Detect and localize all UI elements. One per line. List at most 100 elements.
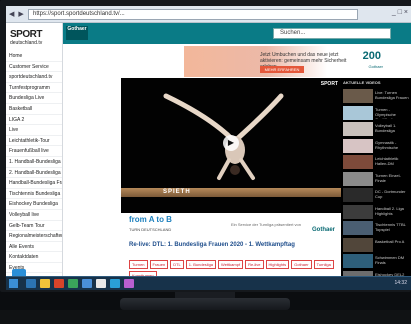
video-thumbnail[interactable]: [343, 237, 373, 252]
taskbar-app-icon[interactable]: [110, 279, 120, 288]
related-video-item[interactable]: Live: Turnen Bundesliga Frauen: [341, 88, 411, 105]
taskbar-app-icon[interactable]: [96, 279, 106, 288]
video-thumbnail[interactable]: [343, 171, 373, 186]
sidebar-item[interactable]: sportdeutschland.tv: [6, 72, 62, 83]
video-thumbnail[interactable]: [343, 105, 373, 120]
taskbar-app-icon[interactable]: [26, 279, 36, 288]
sponsor-logo[interactable]: Gothaer: [66, 26, 88, 40]
browser-toolbar: ◀ ▶ https://sport.sportdeutschland.tv/..…: [6, 6, 411, 23]
related-video-title[interactable]: Turnen Einzel-Finale: [375, 173, 409, 185]
related-video-title[interactable]: Handball 2. Liga Highlights: [375, 206, 409, 218]
related-video-title[interactable]: Basketball Pro A: [375, 239, 409, 251]
related-video-item[interactable]: Tischtennis TTBL Topspiel: [341, 220, 411, 237]
sidebar-item[interactable]: Eishockey Bundesliga: [6, 199, 62, 210]
tag-chip[interactable]: 1. Bundesliga: [185, 260, 217, 269]
sidebar-item[interactable]: Live: [6, 125, 62, 136]
related-video-title[interactable]: DC - Dortmunder Cup: [375, 189, 409, 201]
address-bar[interactable]: https://sport.sportdeutschland.tv/...: [28, 9, 358, 20]
tag-chip[interactable]: Highlights: [265, 260, 290, 269]
video-thumbnail[interactable]: [343, 204, 373, 219]
video-thumbnail[interactable]: [343, 221, 373, 235]
sidebar-item[interactable]: Volleyball live: [6, 210, 62, 221]
sidebar-item[interactable]: LIGA 2: [6, 115, 62, 126]
sidebar-item[interactable]: Kontaktdaten: [6, 252, 62, 263]
brand-logo[interactable]: from A to B: [129, 215, 172, 224]
sidebar: SPORT deutschland.tv Home Customer Servic…: [6, 23, 63, 290]
tag-chip[interactable]: Re-live: [245, 260, 264, 269]
sidebar-menu: Home Customer Service sportdeutschland.tv T…: [6, 51, 62, 274]
taskbar-app-icon[interactable]: [68, 279, 78, 288]
sidebar-item[interactable]: Alle Events: [6, 242, 62, 253]
sidebar-item[interactable]: Frauenfußball live: [6, 146, 62, 157]
brand-subtitle: TURN DEUTSCHLAND: [129, 227, 172, 232]
related-video-title[interactable]: Schwimmen DM Finals: [375, 255, 409, 267]
taskbar-app-icon[interactable]: [40, 279, 50, 288]
window-controls[interactable]: _ □ ×: [392, 9, 408, 16]
related-video-item[interactable]: DC - Dortmunder Cup: [341, 187, 411, 204]
video-thumbnail[interactable]: [343, 188, 373, 202]
tag-chip[interactable]: Frauen: [149, 260, 169, 269]
sidebar-item[interactable]: Handball-Bundesliga Frauen: [6, 178, 62, 189]
banner-cta-button[interactable]: MEHR ERFAHREN: [260, 66, 304, 73]
beam-brand: SPIETH: [163, 189, 191, 195]
video-thumbnail[interactable]: [343, 155, 373, 169]
os-taskbar: 14:32: [6, 276, 411, 290]
sidebar-item[interactable]: Home: [6, 51, 62, 62]
tag-chip[interactable]: Turnen: [129, 260, 148, 269]
related-video-title[interactable]: Tischtennis TTBL Topspiel: [375, 222, 409, 234]
sidebar-header: SPORT deutschland.tv: [6, 23, 62, 51]
logo-sub: deutschland.tv: [10, 40, 43, 46]
sidebar-item[interactable]: 1. Handball-Bundesliga: [6, 157, 62, 168]
taskbar-app-icon[interactable]: [124, 279, 134, 288]
tag-chip[interactable]: Turnliga: [313, 260, 334, 269]
related-video-item[interactable]: Schwimmen DM Finals: [341, 253, 411, 270]
video-thumbnail[interactable]: [343, 254, 373, 268]
video-player[interactable]: SPORT SPIETH ▶: [121, 78, 341, 213]
back-forward-icons[interactable]: ◀ ▶: [9, 10, 25, 18]
related-video-item[interactable]: Turnen Einzel-Finale: [341, 171, 411, 188]
tag-chip[interactable]: DTL: [170, 260, 184, 269]
search-input[interactable]: Suchen...: [273, 28, 391, 39]
video-thumbnail[interactable]: [343, 138, 373, 153]
site-logo[interactable]: SPORT deutschland.tv: [10, 29, 42, 46]
banner-ad[interactable]: Jetzt Umbuchen und das neue jetzt aktivi…: [184, 46, 389, 77]
related-video-title[interactable]: Leichtathletik Hallen-DM: [375, 156, 409, 168]
related-video-item[interactable]: Leichtathletik Hallen-DM: [341, 154, 411, 171]
related-video-title[interactable]: Turnen - Olympische Qualifikation: [375, 107, 409, 119]
video-title: Re-live: DTL: 1. Bundesliga Frauen 2020 …: [129, 242, 295, 248]
sidebar-item[interactable]: Leichtathletik-Tour: [6, 136, 62, 147]
tag-chip[interactable]: Gothaer: [291, 260, 312, 269]
sidebar-item[interactable]: Bundesliga Live: [6, 93, 62, 104]
sponsor-logo-small[interactable]: Gothaer: [312, 227, 335, 233]
taskbar-app-icon[interactable]: [54, 279, 64, 288]
sidebar-item[interactable]: 2. Handball-Bundesliga: [6, 168, 62, 179]
related-video-item[interactable]: Basketball Pro A: [341, 237, 411, 254]
top-bar: Gothaer Suchen...: [63, 23, 411, 44]
related-video-title[interactable]: Volleyball 1. Bundesliga: [375, 123, 409, 135]
taskbar-clock: 14:32: [394, 280, 407, 286]
sidebar-item[interactable]: Tischtennis Bundesliga: [6, 189, 62, 200]
screen: ◀ ▶ https://sport.sportdeutschland.tv/..…: [6, 6, 411, 290]
related-video-title[interactable]: Live: Turnen Bundesliga Frauen: [375, 90, 409, 102]
video-thumbnail[interactable]: [343, 89, 373, 103]
tag-chip[interactable]: Wettkampf: [218, 260, 244, 269]
related-heading: AKTUELLE VIDEOS: [343, 80, 381, 85]
balance-beam: [121, 188, 341, 197]
related-video-item[interactable]: Turnen - Olympische Qualifikation: [341, 105, 411, 122]
tv-frame: ◀ ▶ https://sport.sportdeutschland.tv/..…: [0, 0, 411, 324]
related-video-item[interactable]: Gymnastik - Rhythmische: [341, 138, 411, 155]
start-icon[interactable]: [9, 279, 18, 288]
sidebar-item[interactable]: Customer Service: [6, 62, 62, 73]
sidebar-item[interactable]: Basketball: [6, 104, 62, 115]
related-video-item[interactable]: Handball 2. Liga Highlights: [341, 204, 411, 221]
presented-by: Ein Service der Turnliga präsentiert von: [230, 222, 301, 227]
related-video-item[interactable]: Volleyball 1. Bundesliga: [341, 121, 411, 138]
video-thumbnail[interactable]: [343, 122, 373, 136]
sidebar-item[interactable]: Gelb-Team Tour: [6, 221, 62, 232]
sidebar-item[interactable]: Regionalmeisterschaften: [6, 231, 62, 242]
play-button-icon[interactable]: ▶: [223, 135, 239, 151]
floor: [0, 310, 411, 324]
sidebar-item[interactable]: Turnfestprogramm: [6, 83, 62, 94]
related-video-title[interactable]: Gymnastik - Rhythmische: [375, 140, 409, 152]
taskbar-app-icon[interactable]: [82, 279, 92, 288]
